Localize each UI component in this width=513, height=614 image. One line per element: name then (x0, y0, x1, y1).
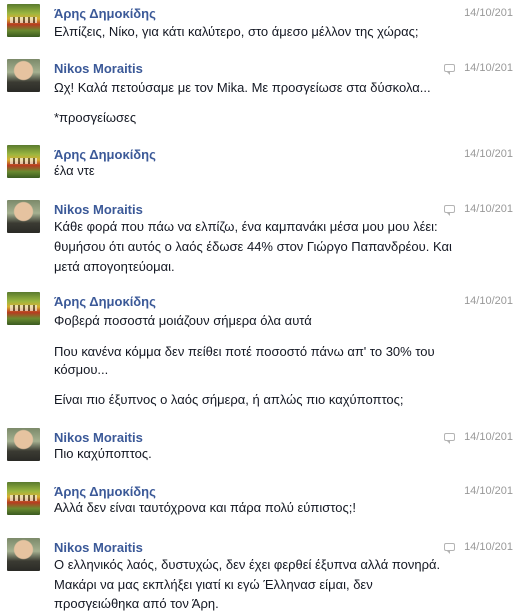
message-line: Αλλά δεν είναι ταυτόχρονα και πάρα πολύ … (54, 500, 356, 515)
chat-icon (444, 433, 455, 444)
timestamp: 14/10/201 (464, 295, 513, 307)
avatar[interactable] (7, 4, 40, 37)
author-name[interactable]: Nikos Moraitis (54, 61, 143, 76)
message-6: Nikos Moraitis 14/10/201 Πιο καχύποπτος. (0, 424, 513, 474)
message-line: Ο ελληνικός λαός, δυστυχώς, δεν έχει φερ… (54, 557, 441, 572)
message-line: Φοβερά ποσοστά μοιάζουν σήμερα όλα αυτά (54, 313, 312, 328)
message-line: Μακάρι να μας εκπλήξει γιατί κι εγώ Έλλη… (54, 577, 373, 592)
chat-icon (444, 205, 455, 216)
message-2: Nikos Moraitis 14/10/201 Ωχ! Καλά πετούσ… (0, 55, 513, 135)
message-4: Nikos Moraitis 14/10/201 Κάθε φορά που π… (0, 196, 513, 281)
message-line: Ελπίζεις, Νίκο, για κάτι καλύτερο, στο ά… (54, 24, 419, 39)
timestamp: 14/10/201 (464, 203, 513, 215)
message-line: Που κανένα κόμμα δεν πείθει ποτέ ποσοστό… (54, 344, 435, 359)
message-line: Είναι πιο έξυπνος ο λαός σήμερα, ή απλώς… (54, 392, 404, 407)
message-5: Άρης Δημοκίδης 14/10/201 Φοβερά ποσοστά … (0, 288, 513, 416)
message-1: Άρης Δημοκίδης 14/10/201 Ελπίζεις, Νίκο,… (0, 0, 513, 50)
message-line: έλα ντε (54, 163, 95, 178)
avatar[interactable] (7, 200, 40, 233)
message-7: Άρης Δημοκίδης 14/10/201 Αλλά δεν είναι … (0, 478, 513, 528)
message-line: *προσγείωσες (54, 110, 137, 125)
message-line: Κάθε φορά που πάω να ελπίζω, ένα καμπανά… (54, 219, 438, 234)
author-name[interactable]: Nikos Moraitis (54, 540, 143, 555)
message-line: κόσμου... (54, 362, 109, 377)
author-name[interactable]: Άρης Δημοκίδης (54, 6, 156, 21)
message-8: Nikos Moraitis 14/10/201 Ο ελληνικός λαό… (0, 534, 513, 614)
timestamp: 14/10/201 (464, 148, 513, 160)
avatar[interactable] (7, 59, 40, 92)
message-line: μετά απογοητεύομαι. (54, 259, 175, 274)
message-line: θυμήσου ότι αυτός ο λαός έδωσε 44% στον … (54, 239, 452, 254)
message-3: Άρης Δημοκίδης 14/10/201 έλα ντε (0, 141, 513, 191)
message-line: Πιο καχύποπτος. (54, 446, 152, 461)
timestamp: 14/10/201 (464, 541, 513, 553)
author-name[interactable]: Άρης Δημοκίδης (54, 147, 156, 162)
timestamp: 14/10/201 (464, 62, 513, 74)
avatar[interactable] (7, 538, 40, 571)
author-name[interactable]: Άρης Δημοκίδης (54, 484, 156, 499)
message-line: προσγειώθηκα από τον Άρη. (54, 596, 219, 611)
avatar[interactable] (7, 482, 40, 515)
avatar[interactable] (7, 145, 40, 178)
author-name[interactable]: Άρης Δημοκίδης (54, 294, 156, 309)
timestamp: 14/10/201 (464, 431, 513, 443)
message-line: Ωχ! Καλά πετούσαμε με τον Mika. Με προσγ… (54, 80, 431, 95)
chat-icon (444, 64, 455, 75)
timestamp: 14/10/201 (464, 7, 513, 19)
avatar[interactable] (7, 428, 40, 461)
chat-icon (444, 543, 455, 554)
author-name[interactable]: Nikos Moraitis (54, 430, 143, 445)
timestamp: 14/10/201 (464, 485, 513, 497)
author-name[interactable]: Nikos Moraitis (54, 202, 143, 217)
avatar[interactable] (7, 292, 40, 325)
